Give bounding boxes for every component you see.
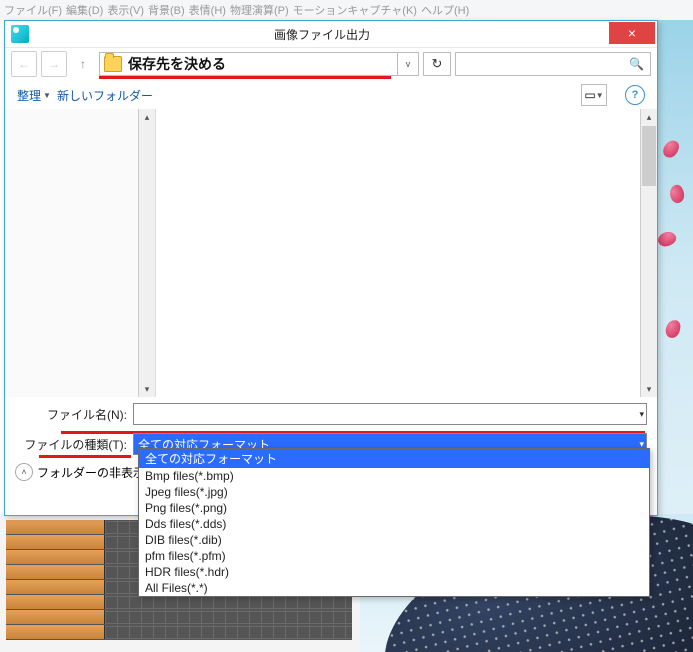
annotation-underline	[39, 455, 131, 458]
chevron-down-icon: ▼	[596, 91, 604, 100]
dropdown-item[interactable]: 全ての対応フォーマット	[139, 449, 649, 468]
up-button[interactable]: ↑	[71, 52, 95, 76]
dropdown-item[interactable]: Jpeg files(*.jpg)	[139, 484, 649, 500]
menu-item[interactable]: 表情(H)	[189, 2, 226, 18]
close-icon: ×	[628, 25, 636, 41]
menu-item[interactable]: モーションキャプチャ(K)	[293, 2, 417, 18]
scroll-down-icon[interactable]: ▾	[139, 381, 155, 397]
file-list[interactable]: ▴ ▾	[156, 109, 657, 397]
menu-item[interactable]: 物理演算(P)	[230, 2, 289, 18]
search-icon: 🔍	[629, 57, 644, 71]
organize-label: 整理	[17, 87, 41, 104]
menu-item[interactable]: ファイル(F)	[4, 2, 62, 18]
collapse-button[interactable]: ˄	[15, 463, 33, 481]
arrow-right-icon: →	[48, 57, 60, 71]
scrollbar[interactable]: ▴ ▾	[640, 109, 657, 397]
dropdown-item[interactable]: Dds files(*.dds)	[139, 516, 649, 532]
chevron-down-icon: ▼	[43, 91, 51, 100]
organize-button[interactable]: 整理 ▼	[17, 87, 51, 104]
scroll-up-icon[interactable]: ▴	[641, 109, 657, 125]
scroll-thumb[interactable]	[642, 126, 656, 186]
new-folder-label: 新しいフォルダー	[57, 87, 153, 104]
folder-hide-label[interactable]: フォルダーの非表示	[37, 464, 145, 481]
dropdown-item[interactable]: All Files(*.*)	[139, 580, 649, 596]
filetype-label: ファイルの種類(T):	[15, 436, 133, 453]
titlebar: 画像ファイル出力 ×	[5, 21, 657, 48]
navbar: ← → ↑ 保存先を決める v ↻ 🔍	[5, 48, 657, 80]
filename-label: ファイル名(N):	[15, 406, 133, 423]
path-dropdown-button[interactable]: v	[398, 52, 419, 76]
toolbar: 整理 ▼ 新しいフォルダー ▭ ▼ ?	[5, 80, 657, 110]
arrow-left-icon: ←	[18, 57, 30, 71]
app-menubar: ファイル(F) 編集(D) 表示(V) 背景(B) 表情(H) 物理演算(P) …	[0, 0, 693, 20]
chevron-down-icon: v	[406, 59, 411, 69]
search-input[interactable]: 🔍	[455, 52, 651, 76]
dropdown-item[interactable]: Bmp files(*.bmp)	[139, 468, 649, 484]
menu-item[interactable]: ヘルプ(H)	[421, 2, 469, 18]
scroll-up-icon[interactable]: ▴	[139, 109, 155, 125]
dropdown-item[interactable]: DIB files(*.dib)	[139, 532, 649, 548]
help-button[interactable]: ?	[625, 85, 645, 105]
chevron-down-icon[interactable]: ▾	[639, 409, 644, 420]
dropdown-item[interactable]: pfm files(*.pfm)	[139, 548, 649, 564]
refresh-icon: ↻	[432, 56, 443, 72]
chevron-up-icon: ˄	[21, 467, 26, 477]
folder-icon	[104, 56, 122, 72]
navigation-pane[interactable]: ▴ ▾	[5, 109, 156, 397]
help-icon: ?	[632, 89, 639, 101]
dropdown-item[interactable]: HDR files(*.hdr)	[139, 564, 649, 580]
menu-item[interactable]: 表示(V)	[107, 2, 144, 18]
arrow-up-icon: ↑	[80, 57, 86, 71]
save-dialog: 画像ファイル出力 × ← → ↑ 保存先を決める v ↻ 🔍	[4, 20, 658, 516]
dropdown-item[interactable]: Png files(*.png)	[139, 500, 649, 516]
scroll-down-icon[interactable]: ▾	[641, 381, 657, 397]
view-icon: ▭	[584, 88, 595, 102]
dialog-title: 画像ファイル出力	[35, 26, 609, 43]
path-input[interactable]: 保存先を決める	[99, 52, 398, 76]
menu-item[interactable]: 編集(D)	[66, 2, 103, 18]
scrollbar[interactable]: ▴ ▾	[138, 109, 155, 397]
filename-input[interactable]: ▾	[133, 403, 647, 425]
menu-item[interactable]: 背景(B)	[148, 2, 185, 18]
back-button[interactable]: ←	[11, 51, 37, 77]
forward-button[interactable]: →	[41, 51, 67, 77]
new-folder-button[interactable]: 新しいフォルダー	[57, 87, 153, 104]
path-text: 保存先を決める	[128, 54, 393, 74]
app-icon	[11, 25, 29, 43]
close-button[interactable]: ×	[609, 22, 655, 44]
filetype-dropdown: 全ての対応フォーマット Bmp files(*.bmp) Jpeg files(…	[138, 448, 650, 597]
refresh-button[interactable]: ↻	[423, 52, 451, 76]
annotation-underline	[99, 76, 391, 79]
view-button[interactable]: ▭ ▼	[581, 84, 607, 106]
